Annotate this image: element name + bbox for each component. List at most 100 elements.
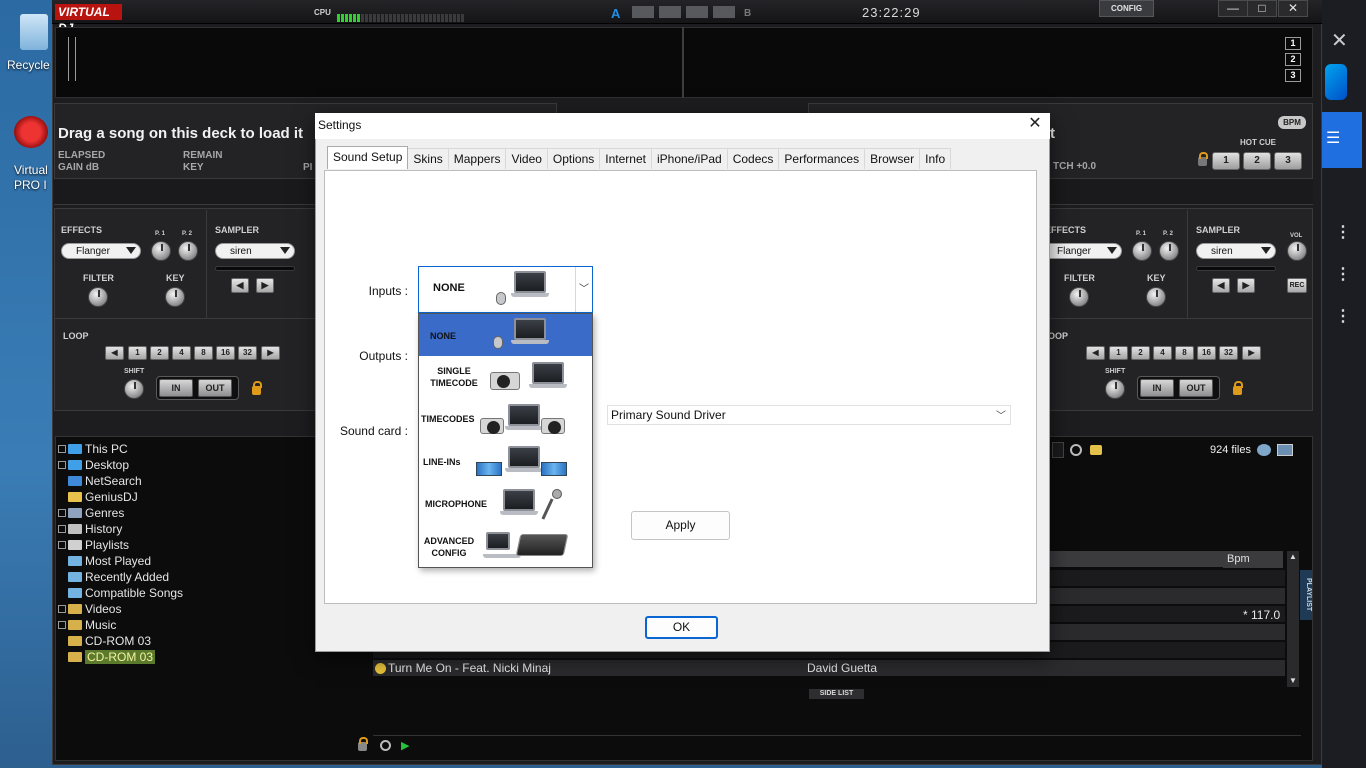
filter-knob[interactable]	[1069, 287, 1089, 307]
tree-item[interactable]: Playlists	[58, 537, 129, 553]
loop-2-button[interactable]: 2	[1131, 346, 1150, 360]
tab-browser[interactable]: Browser	[864, 148, 921, 169]
netsearch-icon[interactable]	[1257, 444, 1271, 456]
bpm-column-header[interactable]: Bpm	[1223, 551, 1283, 568]
more-options-icon[interactable]: ⋮	[1335, 306, 1351, 326]
browser-lock-icon[interactable]	[358, 737, 368, 751]
waveform-display[interactable]	[55, 27, 1313, 98]
scroll-down-icon[interactable]: ▼	[1289, 676, 1297, 685]
loop-out-button[interactable]: OUT	[198, 379, 232, 397]
key-knob[interactable]	[1146, 287, 1166, 307]
tab-internet[interactable]: Internet	[599, 148, 652, 169]
tab-iphone-ipad[interactable]: iPhone/iPad	[650, 148, 728, 169]
tree-item[interactable]: This PC	[58, 441, 128, 457]
sampler-next-button[interactable]: ▶	[256, 278, 274, 293]
loop-8-button[interactable]: 8	[1175, 346, 1194, 360]
loop-next-button[interactable]: ▶	[261, 346, 280, 360]
more-options-icon[interactable]: ⋮	[1335, 264, 1351, 284]
sampler-prev-button[interactable]: ◀	[231, 278, 249, 293]
tab-mappers[interactable]: Mappers	[447, 148, 507, 169]
list-scrollbar[interactable]	[1287, 551, 1299, 687]
filter-knob[interactable]	[88, 287, 108, 307]
p2-knob[interactable]	[1159, 241, 1179, 261]
tab-codecs[interactable]: Codecs	[726, 148, 780, 169]
zoom-3-button[interactable]: 3	[1285, 69, 1301, 82]
p2-knob[interactable]	[178, 241, 198, 261]
sampler-rec-button[interactable]: REC	[1287, 278, 1307, 293]
loop-2-button[interactable]: 2	[150, 346, 169, 360]
tree-item[interactable]: Compatible Songs	[68, 585, 183, 601]
sampler-prev-button[interactable]: ◀	[1212, 278, 1230, 293]
sampler-next-button[interactable]: ▶	[1237, 278, 1255, 293]
deck-a-indicator[interactable]: A	[611, 6, 620, 21]
layout-button[interactable]	[632, 6, 654, 18]
tree-item[interactable]: NetSearch	[68, 473, 142, 489]
bpm-badge[interactable]: BPM	[1278, 116, 1306, 129]
loop-1-button[interactable]: 1	[128, 346, 147, 360]
close-button[interactable]: ✕	[1278, 0, 1308, 17]
sampler-select[interactable]: siren	[215, 243, 295, 259]
recycle-bin-icon[interactable]	[20, 14, 48, 50]
side-list-button[interactable]: SIDE LIST	[809, 689, 864, 699]
effect-select[interactable]: Flanger	[1042, 243, 1122, 259]
more-options-icon[interactable]: ⋮	[1335, 222, 1351, 242]
loop-lock-icon[interactable]	[252, 381, 262, 395]
loop-32-button[interactable]: 32	[1219, 346, 1238, 360]
loop-32-button[interactable]: 32	[238, 346, 257, 360]
loop-in-button[interactable]: IN	[159, 379, 193, 397]
shift-knob[interactable]	[124, 379, 144, 399]
tab-performances[interactable]: Performances	[778, 148, 866, 169]
close-icon[interactable]: ✕	[1331, 28, 1348, 53]
loop-lock-icon[interactable]	[1233, 381, 1243, 395]
chevron-down-icon[interactable]: ﹀	[575, 267, 592, 312]
hot-cue-3-button[interactable]: 3	[1274, 152, 1302, 170]
expand-icon[interactable]	[58, 620, 66, 629]
tree-item[interactable]: Genres	[58, 505, 124, 521]
tree-item[interactable]: Music	[58, 617, 116, 633]
tree-item[interactable]: Recently Added	[68, 569, 169, 585]
tree-item[interactable]: Desktop	[58, 457, 129, 473]
loop-16-button[interactable]: 16	[216, 346, 235, 360]
zoom-1-button[interactable]: 1	[1285, 37, 1301, 50]
apply-button[interactable]: Apply	[631, 511, 730, 540]
expand-icon[interactable]	[58, 460, 66, 469]
scroll-up-icon[interactable]: ▲	[1289, 552, 1297, 561]
tab-options[interactable]: Options	[546, 148, 601, 169]
loop-next-button[interactable]: ▶	[1242, 346, 1261, 360]
shift-knob[interactable]	[1105, 379, 1125, 399]
hot-cue-1-button[interactable]: 1	[1212, 152, 1240, 170]
virtualdj-shortcut-icon[interactable]	[14, 116, 48, 148]
expand-icon[interactable]	[58, 508, 66, 517]
tree-item[interactable]: CD-ROM 03	[68, 649, 156, 665]
chevron-down-icon[interactable]: ﹀	[996, 407, 1006, 422]
play-icon[interactable]: ▶	[401, 739, 409, 752]
p1-knob[interactable]	[1132, 241, 1152, 261]
loop-in-button[interactable]: IN	[1140, 379, 1174, 397]
layout-button[interactable]	[686, 6, 708, 18]
expand-icon[interactable]	[58, 444, 66, 453]
loop-8-button[interactable]: 8	[194, 346, 213, 360]
zoom-2-button[interactable]: 2	[1285, 53, 1301, 66]
playlist-tab[interactable]: PLAYLIST	[1300, 570, 1312, 620]
deck-b-indicator[interactable]: B	[744, 8, 751, 19]
tree-item[interactable]: Videos	[58, 601, 121, 617]
effect-select[interactable]: Flanger	[61, 243, 141, 259]
view-icon[interactable]	[1277, 444, 1293, 456]
tab-skins[interactable]: Skins	[407, 148, 449, 169]
layout-button[interactable]	[713, 6, 735, 18]
copilot-icon[interactable]	[1325, 64, 1347, 100]
sampler-volume-knob[interactable]	[1287, 241, 1307, 261]
expand-icon[interactable]	[58, 604, 66, 613]
search-field[interactable]	[1052, 442, 1064, 458]
loop-1-button[interactable]: 1	[1109, 346, 1128, 360]
layout-button[interactable]	[659, 6, 681, 18]
loop-4-button[interactable]: 4	[1153, 346, 1172, 360]
tab-video[interactable]: Video	[505, 148, 548, 169]
tab-info[interactable]: Info	[919, 148, 952, 169]
key-knob[interactable]	[165, 287, 185, 307]
loop-prev-button[interactable]: ◀	[1086, 346, 1105, 360]
tree-item[interactable]: GeniusDJ	[68, 489, 138, 505]
expand-icon[interactable]	[58, 524, 66, 533]
folder-add-icon[interactable]	[1090, 445, 1102, 455]
config-button[interactable]: CONFIG	[1099, 0, 1154, 17]
